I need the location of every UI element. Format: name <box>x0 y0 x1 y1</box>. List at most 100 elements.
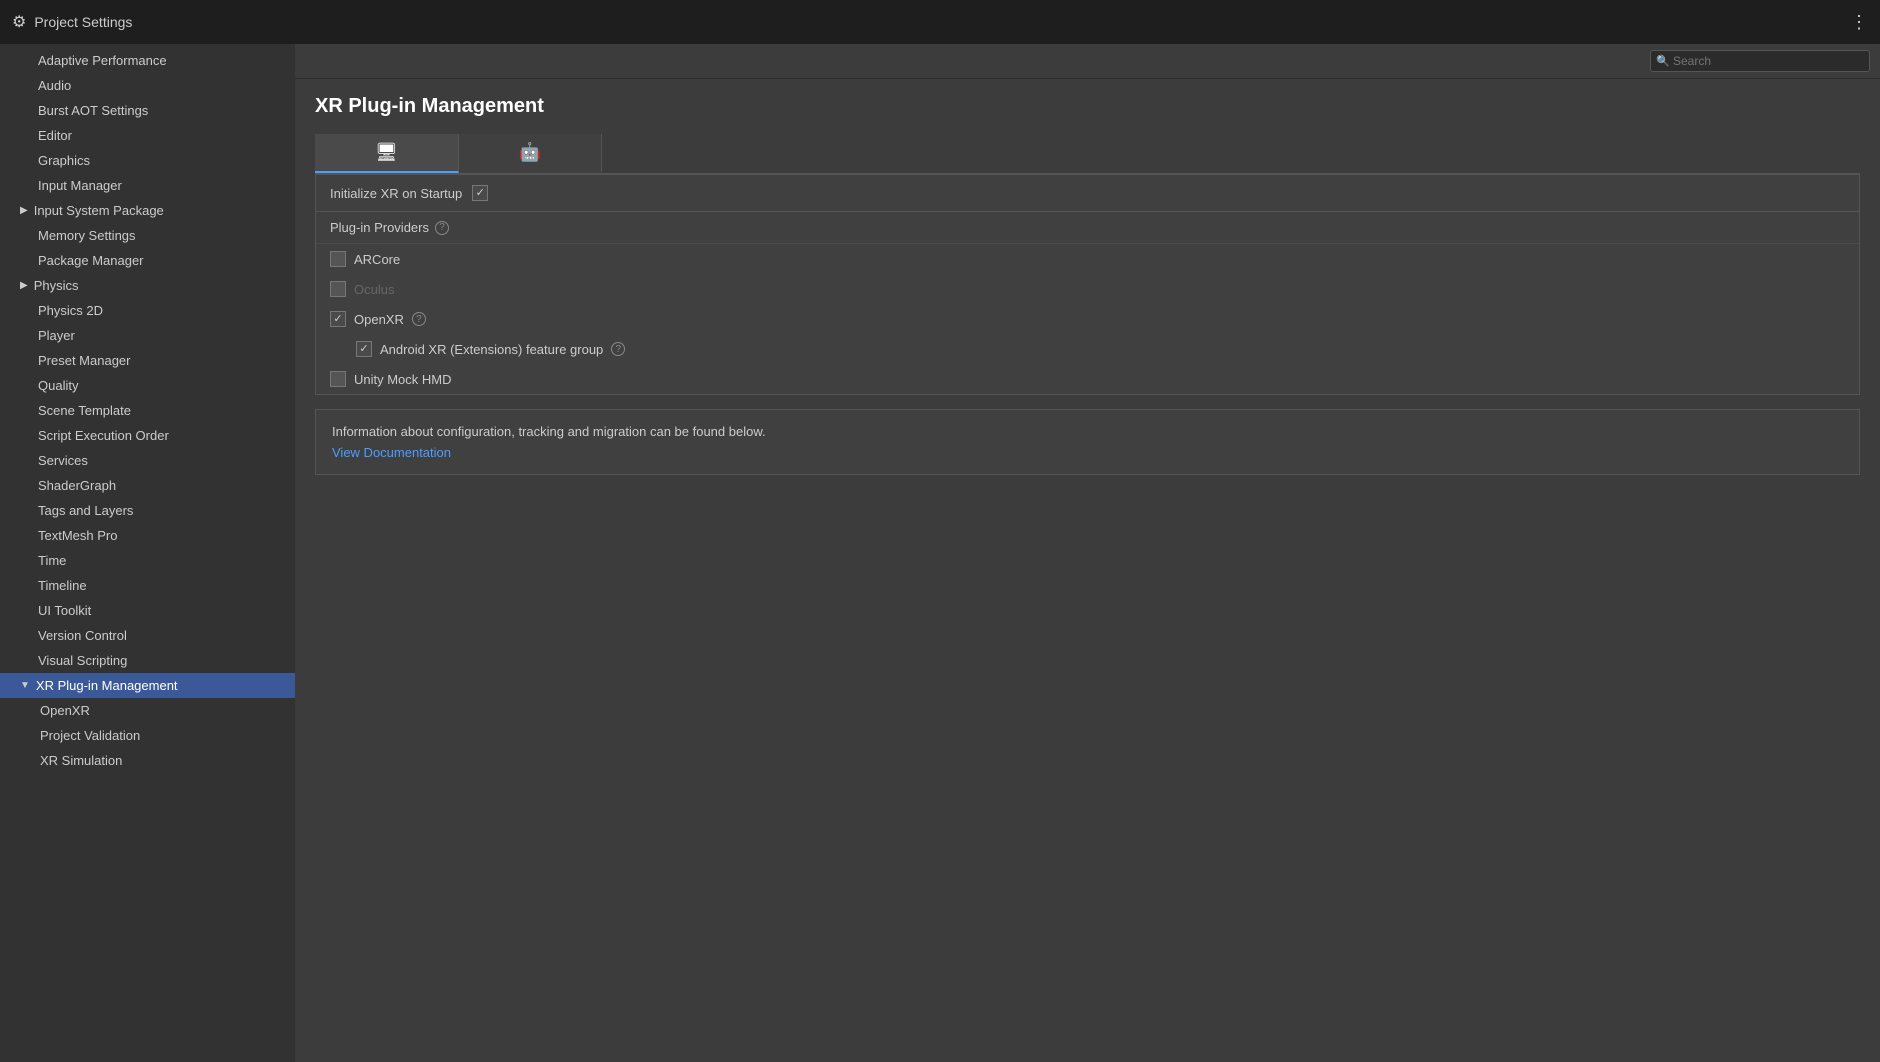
sidebar-item-timeline[interactable]: Timeline <box>0 573 295 598</box>
sidebar-item-editor[interactable]: Editor <box>0 123 295 148</box>
provider-oculus: Oculus <box>316 274 1859 304</box>
sidebar-item-label: Physics 2D <box>38 303 103 318</box>
android-xr-checkbox[interactable]: ✓ <box>356 341 372 357</box>
gear-icon: ⚙ <box>12 12 26 32</box>
sidebar-item-project-validation[interactable]: Project Validation <box>0 723 295 748</box>
plugin-providers-section: Plug-in Providers ? ARCore Oculus ✓ <box>315 211 1860 395</box>
android-xr-help-icon[interactable]: ? <box>611 342 625 356</box>
sidebar-item-shader-graph[interactable]: ShaderGraph <box>0 473 295 498</box>
provider-arcore: ARCore <box>316 244 1859 274</box>
sidebar-item-quality[interactable]: Quality <box>0 373 295 398</box>
sidebar-item-label: Player <box>38 328 75 343</box>
sidebar-item-input-system-package[interactable]: ▶ Input System Package <box>0 198 295 223</box>
oculus-checkbox[interactable] <box>330 281 346 297</box>
checkmark-icon: ✓ <box>333 314 342 325</box>
sidebar-item-label: Graphics <box>38 153 90 168</box>
sidebar-item-player[interactable]: Player <box>0 323 295 348</box>
init-xr-label: Initialize XR on Startup <box>330 186 462 201</box>
sidebar-item-label: XR Simulation <box>40 753 122 768</box>
sidebar-item-openxr[interactable]: OpenXR <box>0 698 295 723</box>
sidebar-item-label: Time <box>38 553 66 568</box>
sidebar: Adaptive Performance AudioBurst AOT Setti… <box>0 44 295 1062</box>
sidebar-item-audio[interactable]: Audio <box>0 73 295 98</box>
titlebar: ⚙ Project Settings ⋮ <box>0 0 1880 44</box>
page-body: XR Plug-in Management 🖥 🤖 Initialize XR … <box>295 79 1880 1062</box>
arcore-label: ARCore <box>354 252 400 267</box>
provider-unity-mock-hmd: Unity Mock HMD <box>316 364 1859 394</box>
sidebar-item-visual-scripting[interactable]: Visual Scripting <box>0 648 295 673</box>
checkmark-icon: ✓ <box>476 188 485 199</box>
search-bar: 🔍 <box>295 44 1880 79</box>
info-text: Information about configuration, trackin… <box>332 424 1843 439</box>
tab-desktop[interactable]: 🖥 <box>315 134 459 173</box>
expand-arrow-icon: ▼ <box>20 680 30 691</box>
arcore-checkbox[interactable] <box>330 251 346 267</box>
sidebar-item-package-manager[interactable]: Package Manager <box>0 248 295 273</box>
search-input[interactable] <box>1650 50 1870 72</box>
sidebar-item-label: Preset Manager <box>38 353 131 368</box>
sidebar-item-label: Version Control <box>38 628 127 643</box>
sidebar-item-input-manager[interactable]: Input Manager <box>0 173 295 198</box>
sidebar-item-label: Script Execution Order <box>38 428 169 443</box>
openxr-label: OpenXR <box>354 312 404 327</box>
search-icon: 🔍 <box>1656 55 1670 68</box>
unity-mock-hmd-label: Unity Mock HMD <box>354 372 452 387</box>
sidebar-item-label: XR Plug-in Management <box>36 678 178 693</box>
plugin-providers-header: Plug-in Providers ? <box>316 212 1859 244</box>
view-documentation-link[interactable]: View Documentation <box>332 445 451 460</box>
sidebar-item-ui-toolkit[interactable]: UI Toolkit <box>0 598 295 623</box>
unity-mock-hmd-checkbox[interactable] <box>330 371 346 387</box>
plugin-providers-help-icon[interactable]: ? <box>435 221 449 235</box>
sidebar-item-label: Editor <box>38 128 72 143</box>
info-box: Information about configuration, trackin… <box>315 409 1860 475</box>
sidebar-item-burst-aot[interactable]: Burst AOT Settings <box>0 98 295 123</box>
init-xr-checkbox[interactable]: ✓ <box>472 185 488 201</box>
expand-arrow-icon: ▶ <box>20 205 28 216</box>
sidebar-item-label: TextMesh Pro <box>38 528 117 543</box>
tabs-row: 🖥 🤖 <box>315 134 1860 174</box>
sidebar-item-graphics[interactable]: Graphics <box>0 148 295 173</box>
sidebar-item-adaptive-performance[interactable]: Adaptive Performance <box>0 48 295 73</box>
android-icon: 🤖 <box>519 142 541 163</box>
sidebar-item-script-execution-order[interactable]: Script Execution Order <box>0 423 295 448</box>
sidebar-item-label: OpenXR <box>40 703 90 718</box>
sidebar-item-version-control[interactable]: Version Control <box>0 623 295 648</box>
sidebar-item-label: ShaderGraph <box>38 478 116 493</box>
openxr-help-icon[interactable]: ? <box>412 312 426 326</box>
sidebar-item-xr-plugin-management[interactable]: ▼ XR Plug-in Management <box>0 673 295 698</box>
sidebar-item-tags-and-layers[interactable]: Tags and Layers <box>0 498 295 523</box>
checkmark-icon: ✓ <box>359 344 368 355</box>
sidebar-item-scene-template[interactable]: Scene Template <box>0 398 295 423</box>
sidebar-item-memory-settings[interactable]: Memory Settings <box>0 223 295 248</box>
sidebar-item-label: Timeline <box>38 578 87 593</box>
page-title: XR Plug-in Management <box>315 95 1860 118</box>
sidebar-item-textmesh-pro[interactable]: TextMesh Pro <box>0 523 295 548</box>
window-title: Project Settings <box>34 14 132 30</box>
search-wrapper: 🔍 <box>1650 50 1870 72</box>
provider-android-xr: ✓ Android XR (Extensions) feature group … <box>316 334 1859 364</box>
sidebar-item-label: Project Validation <box>40 728 140 743</box>
titlebar-menu-icon[interactable]: ⋮ <box>1850 12 1868 33</box>
init-xr-row: Initialize XR on Startup ✓ <box>315 174 1860 211</box>
sidebar-item-preset-manager[interactable]: Preset Manager <box>0 348 295 373</box>
sidebar-item-label: Scene Template <box>38 403 131 418</box>
android-xr-label: Android XR (Extensions) feature group <box>380 342 603 357</box>
sidebar-item-label: Physics <box>34 278 79 293</box>
sidebar-item-label: Visual Scripting <box>38 653 127 668</box>
sidebar-item-label: Tags and Layers <box>38 503 133 518</box>
sidebar-item-label: Memory Settings <box>38 228 136 243</box>
sidebar-item-label: Adaptive Performance <box>38 53 167 68</box>
tab-android[interactable]: 🤖 <box>459 134 602 173</box>
plugin-providers-title: Plug-in Providers <box>330 220 429 235</box>
sidebar-item-label: Input Manager <box>38 178 122 193</box>
sidebar-item-physics-2d[interactable]: Physics 2D <box>0 298 295 323</box>
sidebar-item-time[interactable]: Time <box>0 548 295 573</box>
sidebar-item-xr-simulation[interactable]: XR Simulation <box>0 748 295 773</box>
sidebar-item-physics[interactable]: ▶ Physics <box>0 273 295 298</box>
sidebar-item-label: Input System Package <box>34 203 164 218</box>
desktop-icon: 🖥 <box>375 142 398 163</box>
oculus-label: Oculus <box>354 282 394 297</box>
sidebar-item-services[interactable]: Services <box>0 448 295 473</box>
expand-arrow-icon: ▶ <box>20 280 28 291</box>
openxr-checkbox[interactable]: ✓ <box>330 311 346 327</box>
